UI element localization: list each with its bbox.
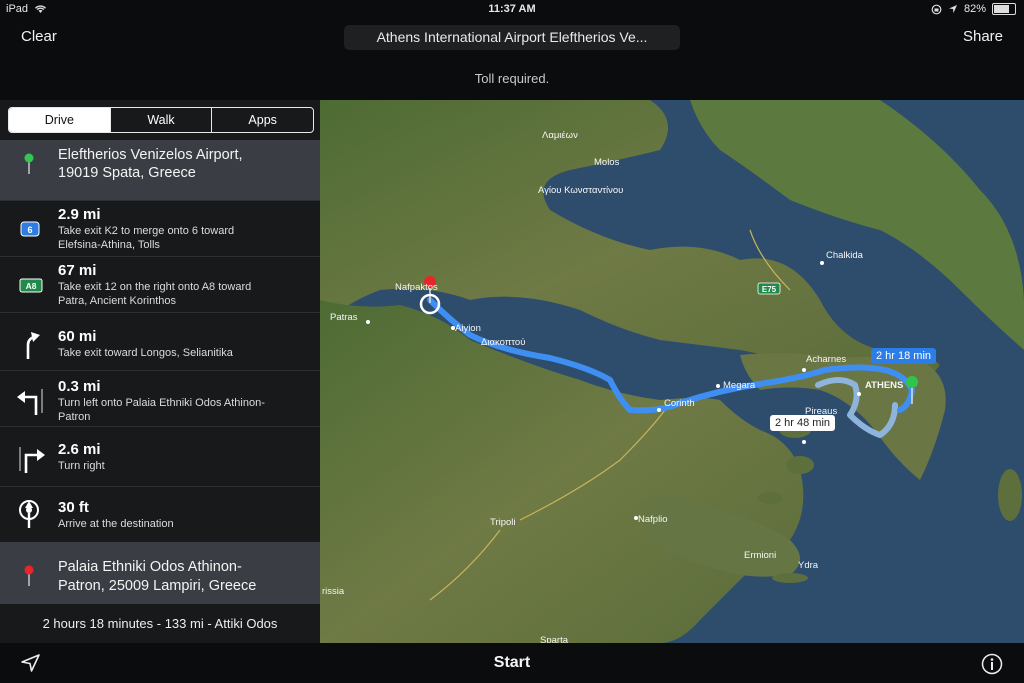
- place-label: Αγίου Κωνσταντίνου: [538, 185, 623, 196]
- island-poros: [758, 492, 782, 504]
- place-label: Tripoli: [490, 517, 516, 528]
- direction-step[interactable]: 0.3 mi Turn left onto Palaia Ethniki Odo…: [0, 370, 320, 427]
- place-label: Molos: [594, 157, 620, 168]
- step-instruction-line1: Turn right: [58, 460, 105, 472]
- direction-step[interactable]: 2.6 mi Turn right: [0, 426, 320, 487]
- step-distance: 2.6 mi: [58, 441, 101, 458]
- place-label: Acharnes: [806, 354, 846, 365]
- start-button[interactable]: Start: [0, 654, 1024, 672]
- tab-apps[interactable]: Apps: [211, 108, 313, 132]
- step-instruction-line2: Patra, Ancient Korinthos: [58, 295, 177, 307]
- place-label: Ydra: [798, 560, 819, 571]
- highway-6-icon: 6: [20, 221, 40, 237]
- step-instruction-line2: Patron: [58, 411, 91, 423]
- highway-6-shield-text: 6: [27, 225, 32, 235]
- place-label: Megara: [723, 380, 756, 391]
- rotation-lock-icon: [931, 4, 942, 14]
- step-instruction-line1: Take exit K2 to merge onto 6 toward: [58, 225, 235, 237]
- origin-row[interactable]: Eleftherios Venizelos Airport, 19019 Spa…: [0, 140, 320, 200]
- map-canvas[interactable]: E75 Λαμιέων Molos Αγίου Κωνσταντίνου Cha…: [320, 100, 1024, 643]
- transport-mode-tabs: Drive Walk Apps: [8, 107, 314, 133]
- turn-left-arrow-icon: [17, 389, 43, 415]
- status-right: 82%: [931, 3, 1016, 15]
- direction-step[interactable]: A8 67 mi Take exit 12 on the right onto …: [0, 256, 320, 313]
- location-arrow-icon: [948, 5, 957, 13]
- highway-a8-shield-text: A8: [26, 281, 37, 291]
- battery-percent: 82%: [963, 3, 986, 15]
- step-instruction-line1: Take exit toward Longos, Selianitika: [58, 347, 233, 359]
- destination-address-line2: Patron, 25009 Lampiri, Greece: [58, 578, 257, 594]
- place-label: Chalkida: [826, 250, 864, 261]
- origin-address-line1: Eleftherios Venizelos Airport,: [58, 147, 243, 163]
- place-label: Nafplio: [638, 514, 668, 525]
- green-pin-icon: [24, 153, 34, 174]
- battery-icon: [992, 3, 1016, 15]
- place-label: Corinth: [664, 398, 695, 409]
- share-button[interactable]: Share: [963, 28, 1003, 45]
- status-bar: iPad 11:37 AM 82%: [0, 0, 1024, 18]
- highway-shield-e75-label: E75: [762, 285, 777, 294]
- island-aegina: [786, 456, 814, 474]
- place-label: Nafpaktos: [395, 282, 438, 293]
- exit-right-arrow-icon: [26, 332, 40, 359]
- place-label: Διακοπτού: [481, 337, 525, 348]
- battery-level: [994, 5, 1009, 13]
- step-distance: 60 mi: [58, 328, 97, 345]
- destination-field[interactable]: Athens International Airport Eleftherios…: [344, 25, 680, 50]
- place-label: Sparta: [540, 635, 569, 643]
- clear-button[interactable]: Clear: [21, 28, 57, 45]
- tab-walk[interactable]: Walk: [109, 108, 212, 132]
- direction-step[interactable]: 6 2.9 mi Take exit K2 to merge onto 6 to…: [0, 200, 320, 257]
- place-label: Ermioni: [744, 550, 776, 561]
- destination-address-line1: Palaia Ethniki Odos Athinon-: [58, 559, 242, 575]
- turn-right-arrow-icon: [19, 447, 45, 473]
- origin-address-line2: 19019 Spata, Greece: [58, 165, 196, 181]
- route-time-primary[interactable]: 2 hr 18 min: [871, 348, 937, 364]
- info-icon[interactable]: [981, 653, 1003, 675]
- destination-icon: [19, 500, 39, 528]
- step-instruction-line1: Take exit 12 on the right onto A8 toward: [58, 281, 252, 293]
- red-pin-icon: [24, 565, 34, 586]
- step-instruction-line2: Elefsina-Athina, Tolls: [58, 239, 160, 251]
- place-label: rissia: [322, 586, 345, 597]
- step-distance: 0.3 mi: [58, 378, 101, 395]
- place-label: ATHENS: [865, 380, 903, 391]
- map-view[interactable]: E75 Λαμιέων Molos Αγίου Κωνσταντίνου Cha…: [320, 100, 1024, 643]
- destination-row[interactable]: Palaia Ethniki Odos Athinon- Patron, 250…: [0, 542, 320, 604]
- step-distance: 30 ft: [58, 499, 89, 516]
- highway-a8-icon: A8: [19, 278, 43, 293]
- status-time: 11:37 AM: [488, 3, 536, 15]
- step-instruction-line1: Turn left onto Palaia Ethniki Odos Athin…: [58, 397, 265, 409]
- place-label: Aiyion: [455, 323, 481, 334]
- direction-step[interactable]: 60 mi Take exit toward Longos, Selianiti…: [0, 312, 320, 371]
- toll-notice: Toll required.: [474, 71, 550, 86]
- route-time-alternate[interactable]: 2 hr 48 min: [770, 415, 836, 431]
- island-east: [998, 469, 1022, 521]
- step-instruction-line1: Arrive at the destination: [58, 518, 174, 530]
- place-label: Λαμιέων: [542, 130, 578, 141]
- step-distance: 2.9 mi: [58, 206, 101, 223]
- step-distance: 67 mi: [58, 262, 97, 279]
- route-summary: 2 hours 18 minutes - 133 mi - Attiki Odo…: [42, 616, 278, 631]
- island-hydra: [772, 573, 808, 583]
- direction-step[interactable]: 30 ft Arrive at the destination: [0, 486, 320, 543]
- place-label: Patras: [330, 312, 358, 323]
- tab-drive[interactable]: Drive: [9, 108, 110, 132]
